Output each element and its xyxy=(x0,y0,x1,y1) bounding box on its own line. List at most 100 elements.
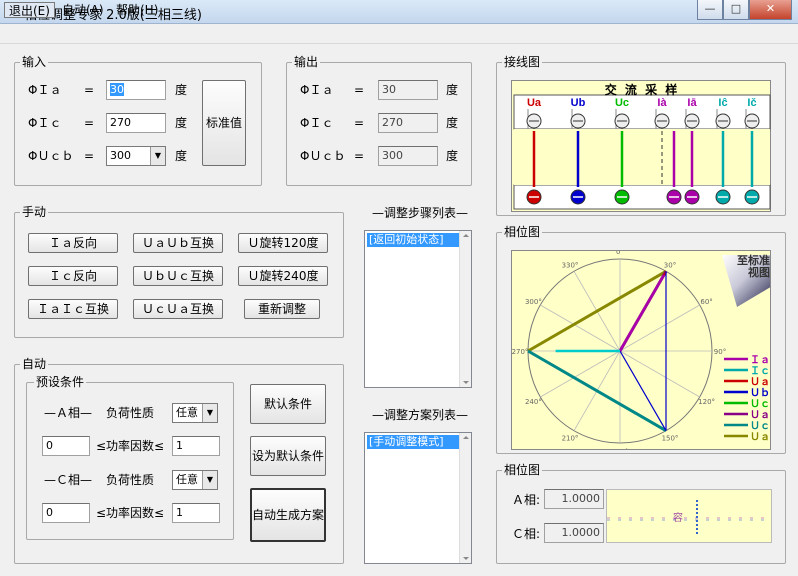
menu-help[interactable]: 帮助(H) xyxy=(112,2,162,18)
list-item[interactable]: [返回初始状态] xyxy=(367,233,459,247)
wiring-svg: Ua Ub Uc Ià Iā Iĉ Ič xyxy=(513,94,771,210)
output-ia-field: 30 xyxy=(378,80,438,100)
list-item[interactable]: [手动调整模式] xyxy=(367,435,459,449)
load-c-select[interactable]: 任意 ▼ xyxy=(172,470,218,490)
input-ic-eq: = xyxy=(84,116,95,130)
default-conditions-button[interactable]: 默认条件 xyxy=(250,384,326,424)
a-pf-label: ≤功率因数≤ xyxy=(96,439,165,453)
output-ucb-field: 300 xyxy=(378,146,438,166)
swap-ub-uc-button[interactable]: ＵｂＵｃ互换 xyxy=(133,266,223,286)
terminal-label: Iĉ xyxy=(718,97,727,109)
rotate-240-button[interactable]: Ｕ旋转240度 xyxy=(238,266,328,286)
auto-generate-plan-button[interactable]: 自动生成方案 xyxy=(250,488,326,542)
rotate-120-button[interactable]: Ｕ旋转120度 xyxy=(238,233,328,253)
wiring-diagram: Ua Ub Uc Ià Iā Iĉ Ič 交 流 采 样 xyxy=(511,80,771,212)
close-button[interactable]: ✕ xyxy=(749,0,792,20)
angle-label: 240° xyxy=(525,398,542,406)
phasor-group-title: 相位图 xyxy=(502,225,543,239)
output-ucb-unit: 度 xyxy=(446,149,459,163)
swap-ua-ub-button[interactable]: ＵａＵｂ互换 xyxy=(133,233,223,253)
output-ucb-label: ΦＵｃｂ xyxy=(300,149,346,163)
a-pf-max-field[interactable]: 1 xyxy=(172,436,220,456)
minimize-button[interactable]: — xyxy=(697,0,723,20)
angle-label: 180° xyxy=(612,448,629,450)
swap-ia-ic-button[interactable]: ＩａＩｃ互换 xyxy=(28,299,118,319)
swap-uc-ua-button[interactable]: ＵｃＵａ互换 xyxy=(133,299,223,319)
c-pf-min-field[interactable]: 0 xyxy=(42,503,90,523)
wiring-middle xyxy=(514,129,770,185)
pf-strip-label: 容 xyxy=(673,513,683,524)
input-ucb-unit: 度 xyxy=(175,149,188,163)
output-ucb-eq: = xyxy=(354,149,365,163)
a-pf-min-field[interactable]: 0 xyxy=(42,436,90,456)
set-default-conditions-button[interactable]: 设为默认条件 xyxy=(250,436,326,476)
angle-label: 210° xyxy=(562,435,579,443)
legend-label: Ｉｃ xyxy=(750,365,770,377)
output-ic-field: 270 xyxy=(378,113,438,133)
load-c-label: 负荷性质 xyxy=(106,473,155,487)
chevron-down-icon: ▼ xyxy=(150,147,165,165)
chevron-down-icon: ▼ xyxy=(202,471,217,489)
plans-scrollbar[interactable] xyxy=(459,433,471,563)
uac-phasor xyxy=(527,270,667,353)
angle-label: 60° xyxy=(700,298,712,306)
pf-c-label: Ｃ相: xyxy=(512,527,541,541)
terminal-label: Ič xyxy=(747,97,756,109)
terminal-label: Uc xyxy=(615,97,629,109)
input-ic-field[interactable]: 270 xyxy=(106,113,166,133)
pf-scale xyxy=(607,500,771,534)
output-group-title: 输出 xyxy=(292,55,321,69)
c-pf-max-field[interactable]: 1 xyxy=(172,503,220,523)
output-ia-eq: = xyxy=(354,83,365,97)
maximize-button[interactable]: □ xyxy=(723,0,749,20)
angle-label: 330° xyxy=(562,261,579,269)
input-ia-label: ΦＩａ xyxy=(28,83,62,97)
ucb-phasor xyxy=(527,349,667,432)
input-ucb-select[interactable]: 300 ▼ xyxy=(106,146,166,166)
to-standard-view-label[interactable]: 至标准 视图 xyxy=(724,255,770,279)
preset-group-title: 预设条件 xyxy=(34,375,87,389)
input-ucb-eq: = xyxy=(84,149,95,163)
terminal-label: Iā xyxy=(687,97,697,109)
menu-bar xyxy=(0,24,798,44)
wiring-bottom-strip xyxy=(513,184,771,210)
ia-reverse-button[interactable]: Ｉａ反向 xyxy=(28,233,118,253)
terminal-label: Ua xyxy=(527,97,542,109)
input-ia-unit: 度 xyxy=(175,83,188,97)
load-a-select[interactable]: 任意 ▼ xyxy=(172,403,218,423)
pf-a-label: Ａ相: xyxy=(512,493,541,507)
phasor-spoke xyxy=(540,304,621,352)
steps-scrollbar[interactable] xyxy=(459,231,471,387)
legend-label: Ｕｃ xyxy=(750,398,770,410)
angle-label: 30° xyxy=(664,261,676,269)
output-ia-unit: 度 xyxy=(446,83,459,97)
input-ic-label: ΦＩｃ xyxy=(28,116,62,130)
auto-group-title: 自动 xyxy=(20,357,49,371)
input-ucb-label: ΦＵｃｂ xyxy=(28,149,74,163)
terminal-label: Ià xyxy=(657,97,667,109)
ic-reverse-button[interactable]: Ｉｃ反向 xyxy=(28,266,118,286)
pf-group-title: 相位图 xyxy=(502,463,543,477)
plans-list[interactable]: [手动调整模式] xyxy=(364,432,472,564)
legend-label: Ｕａｂ xyxy=(750,409,771,421)
steps-list[interactable]: [返回初始状态] xyxy=(364,230,472,388)
output-ia-label: ΦＩａ xyxy=(300,83,334,97)
readjust-button[interactable]: 重新调整 xyxy=(244,299,320,319)
c-pf-label: ≤功率因数≤ xyxy=(96,506,165,520)
output-ic-eq: = xyxy=(354,116,365,130)
output-ic-unit: 度 xyxy=(446,116,459,130)
phasor-diagram: 0° 30° 60° 90° 120° 150° 180° 210° 240° 270° 300° 3… xyxy=(511,250,771,450)
pf-strip: 容 xyxy=(606,489,772,543)
legend-label: Ｉａ xyxy=(750,354,770,366)
manual-group-title: 手动 xyxy=(20,205,49,219)
output-ic-label: ΦＩｃ xyxy=(300,116,334,130)
angle-label: 90° xyxy=(714,348,726,356)
menu-auto[interactable]: 自动(A) xyxy=(58,2,108,18)
input-ia-field[interactable]: 30 xyxy=(106,80,166,100)
menu-exit[interactable]: 退出(E) xyxy=(4,2,55,18)
angle-label: 270° xyxy=(512,348,528,356)
wiring-group-title: 接线图 xyxy=(502,55,543,69)
standard-value-button[interactable]: 标准值 xyxy=(202,80,246,166)
wiring-header: 交 流 采 样 xyxy=(604,83,680,97)
angle-label: 150° xyxy=(662,435,679,443)
